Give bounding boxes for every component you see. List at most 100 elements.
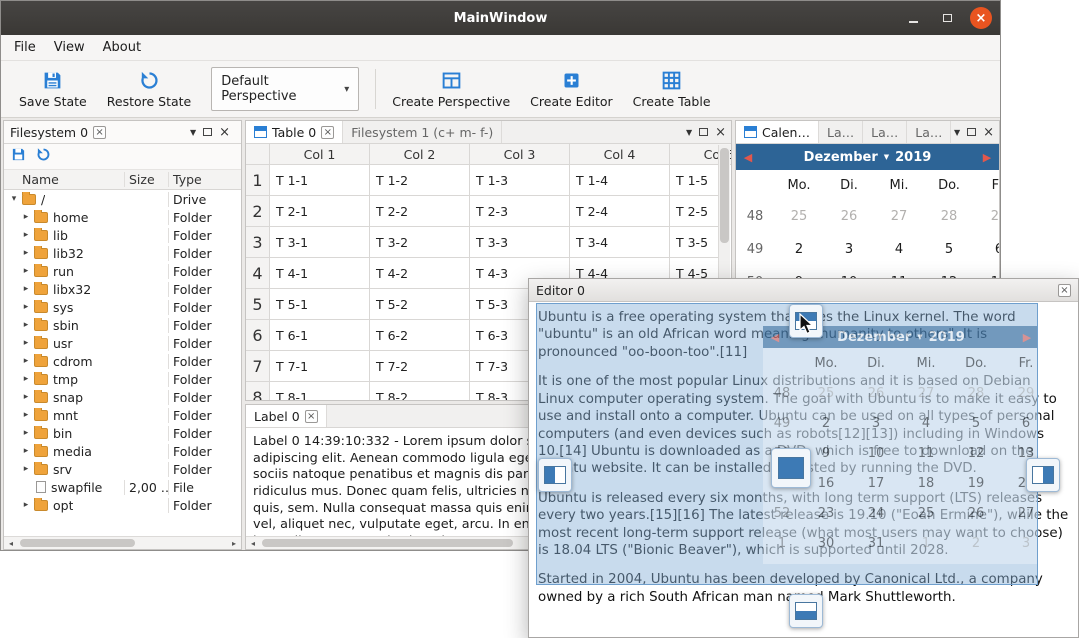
tab-label-0[interactable]: Label 0 ×: [246, 405, 327, 427]
table-cell[interactable]: T 6-1: [270, 320, 370, 351]
tab-filesystem-1[interactable]: Filesystem 1 (c+ m- f-): [343, 121, 502, 143]
perspective-select[interactable]: Default Perspective ▾: [211, 67, 359, 111]
calendar-date[interactable]: 29: [974, 209, 1000, 224]
calendar-date[interactable]: 6: [974, 242, 1000, 257]
table-cell[interactable]: T 6-2: [370, 320, 470, 351]
expand-arrow-icon[interactable]: ▸: [20, 374, 32, 384]
row-header[interactable]: 8: [246, 382, 270, 400]
tab-table-0[interactable]: Table 0×: [246, 121, 343, 143]
table-column-header[interactable]: Col 3: [470, 144, 570, 165]
row-header[interactable]: 4: [246, 258, 270, 289]
calendar-date[interactable]: 5: [924, 242, 974, 257]
month-dropdown-icon[interactable]: ▼: [884, 153, 889, 161]
table-cell[interactable]: T 2-2: [370, 196, 470, 227]
menu-item-about[interactable]: About: [94, 37, 150, 58]
table-cell[interactable]: T 1-5: [670, 165, 718, 196]
menu-item-view[interactable]: View: [45, 37, 94, 58]
table-cell[interactable]: T 2-5: [670, 196, 718, 227]
save-icon-small[interactable]: [11, 147, 26, 166]
float-panel-icon[interactable]: [699, 128, 708, 136]
scroll-thumb[interactable]: [20, 539, 135, 547]
fs-row[interactable]: ▸usrFolder: [4, 334, 241, 352]
row-header[interactable]: 3: [246, 227, 270, 258]
table-cell[interactable]: T 3-2: [370, 227, 470, 258]
close-button[interactable]: ×: [970, 7, 992, 29]
float-panel-icon[interactable]: [967, 128, 976, 136]
table-column-header[interactable]: Col 2: [370, 144, 470, 165]
table-cell[interactable]: T 8-2: [370, 382, 470, 400]
restore-state-button[interactable]: Restore State: [97, 65, 202, 113]
scroll-left-icon[interactable]: ◂: [4, 539, 18, 548]
create-table-button[interactable]: Create Table: [623, 65, 721, 113]
table-cell[interactable]: T 1-4: [570, 165, 670, 196]
window-titlebar[interactable]: MainWindow ×: [1, 1, 1000, 35]
expand-arrow-icon[interactable]: ▾: [8, 194, 20, 204]
restore-icon-small[interactable]: [36, 147, 51, 166]
drop-indicator-bottom[interactable]: [789, 594, 823, 628]
expand-arrow-icon[interactable]: ▸: [20, 302, 32, 312]
expand-arrow-icon[interactable]: ▸: [20, 338, 32, 348]
fs-row[interactable]: ▸binFolder: [4, 424, 241, 442]
tab-label-1[interactable]: La…: [819, 121, 863, 143]
table-cell[interactable]: T 3-3: [470, 227, 570, 258]
table-cell[interactable]: T 2-3: [470, 196, 570, 227]
table-cell[interactable]: T 3-1: [270, 227, 370, 258]
column-header-size[interactable]: Size: [124, 172, 168, 187]
table-cell[interactable]: T 2-1: [270, 196, 370, 227]
table-cell[interactable]: T 1-3: [470, 165, 570, 196]
expand-arrow-icon[interactable]: ▸: [20, 230, 32, 240]
fs-row[interactable]: ▸runFolder: [4, 262, 241, 280]
filesystem-panel-titlebar[interactable]: Filesystem 0 × ▼ ×: [4, 121, 241, 144]
fs-row[interactable]: ▸homeFolder: [4, 208, 241, 226]
table-cell[interactable]: T 7-1: [270, 351, 370, 382]
scroll-left-icon[interactable]: ◂: [246, 539, 260, 548]
expand-arrow-icon[interactable]: ▸: [20, 410, 32, 420]
tab-calendar[interactable]: Calen…: [736, 121, 819, 143]
fs-row[interactable]: ▸mediaFolder: [4, 442, 241, 460]
tab-close-icon[interactable]: ×: [321, 126, 334, 139]
table-column-header[interactable]: Col 4: [570, 144, 670, 165]
row-header[interactable]: 1: [246, 165, 270, 196]
close-panel-icon[interactable]: ×: [715, 126, 726, 139]
fs-row[interactable]: swapfile2,00 …File: [4, 478, 241, 496]
table-cell[interactable]: T 3-5: [670, 227, 718, 258]
drop-indicator-left[interactable]: [538, 458, 572, 492]
fs-row[interactable]: ▸snapFolder: [4, 388, 241, 406]
table-cell[interactable]: T 2-4: [570, 196, 670, 227]
calendar-date[interactable]: 27: [874, 209, 924, 224]
create-editor-button[interactable]: Create Editor: [520, 65, 623, 113]
tab-label-3[interactable]: La…: [907, 121, 951, 143]
scroll-track[interactable]: [18, 537, 227, 549]
calendar-year[interactable]: 2019: [895, 150, 931, 165]
tab-close-icon[interactable]: ×: [93, 126, 106, 139]
row-header[interactable]: 7: [246, 351, 270, 382]
expand-arrow-icon[interactable]: ▸: [20, 392, 32, 402]
table-cell[interactable]: T 3-4: [570, 227, 670, 258]
fs-row[interactable]: ▸libFolder: [4, 226, 241, 244]
table-cell[interactable]: T 7-2: [370, 351, 470, 382]
table-cell[interactable]: T 1-2: [370, 165, 470, 196]
panel-menu-icon[interactable]: ▼: [954, 128, 960, 137]
close-panel-icon[interactable]: ×: [983, 126, 994, 139]
expand-arrow-icon[interactable]: ▸: [20, 356, 32, 366]
fs-row[interactable]: ▸sbinFolder: [4, 316, 241, 334]
close-panel-icon[interactable]: ×: [219, 126, 230, 139]
next-month-icon[interactable]: ▶: [975, 151, 999, 164]
fs-row[interactable]: ▸lib32Folder: [4, 244, 241, 262]
close-editor-icon[interactable]: ×: [1058, 284, 1071, 297]
create-perspective-button[interactable]: Create Perspective: [382, 65, 520, 113]
scroll-thumb[interactable]: [720, 148, 729, 243]
fs-row[interactable]: ▸optFolder: [4, 496, 241, 514]
row-header[interactable]: 2: [246, 196, 270, 227]
table-cell[interactable]: T 8-1: [270, 382, 370, 400]
calendar-date[interactable]: 25: [774, 209, 824, 224]
save-state-button[interactable]: Save State: [9, 65, 97, 113]
expand-arrow-icon[interactable]: ▸: [20, 428, 32, 438]
calendar-date[interactable]: 4: [874, 242, 924, 257]
column-header-type[interactable]: Type: [168, 172, 240, 187]
horizontal-scrollbar[interactable]: ◂ ▸: [4, 536, 241, 549]
calendar-date[interactable]: 26: [824, 209, 874, 224]
row-header[interactable]: 5: [246, 289, 270, 320]
table-cell[interactable]: T 1-1: [270, 165, 370, 196]
table-cell[interactable]: T 4-2: [370, 258, 470, 289]
